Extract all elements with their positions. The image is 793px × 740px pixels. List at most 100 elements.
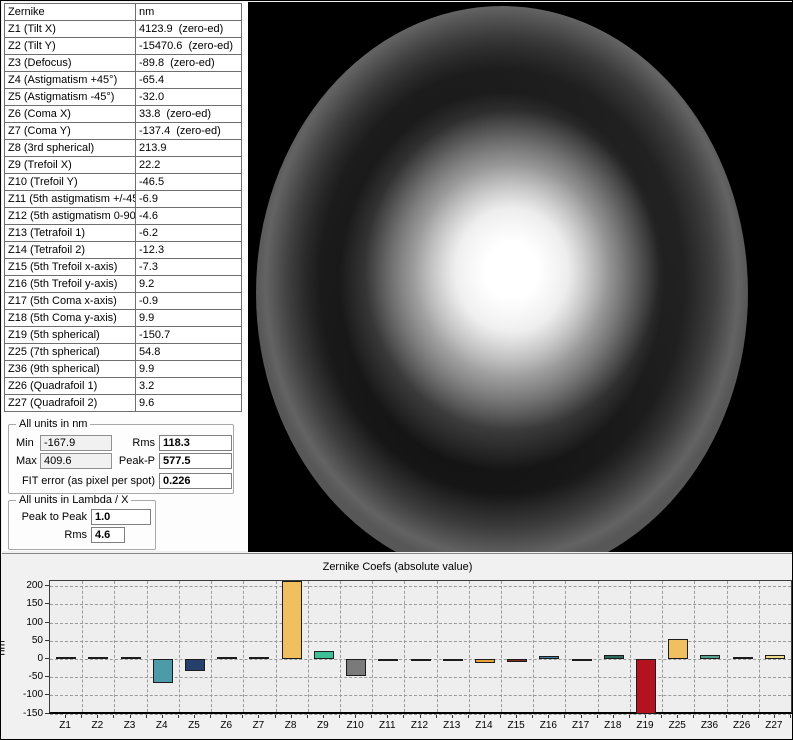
x-axis-tick	[130, 715, 131, 718]
zernike-value-cell[interactable]: 9.9	[136, 310, 242, 327]
chart-bar-Z9	[314, 651, 334, 659]
table-row[interactable]: Z17 (5th Coma x-axis)-0.9	[5, 293, 242, 310]
zernike-term-cell[interactable]: Z16 (5th Trefoil y-axis)	[5, 276, 136, 293]
table-row[interactable]: Z5 (Astigmatism -45°)-32.0	[5, 89, 242, 106]
zernike-term-cell[interactable]: Z7 (Coma Y)	[5, 123, 136, 140]
table-row[interactable]: Z27 (Quadrafoil 2)9.6	[5, 395, 242, 412]
zernike-value-cell[interactable]: -15470.6(zero-ed)	[136, 38, 242, 55]
zernike-term-cell[interactable]: Z8 (3rd spherical)	[5, 140, 136, 157]
zernike-value-cell[interactable]: -4.6	[136, 208, 242, 225]
zernike-value-cell[interactable]: 22.2	[136, 157, 242, 174]
zernike-value-cell[interactable]: -6.9	[136, 191, 242, 208]
table-row[interactable]: Z18 (5th Coma y-axis)9.9	[5, 310, 242, 327]
y-axis-tick	[45, 694, 49, 695]
table-row[interactable]: Z13 (Tetrafoil 1)-6.2	[5, 225, 242, 242]
zernike-term-cell[interactable]: Z2 (Tilt Y)	[5, 38, 136, 55]
x-axis-tick-label: Z12	[404, 720, 436, 731]
zernike-term-cell[interactable]: Z1 (Tilt X)	[5, 21, 136, 38]
table-row[interactable]: Z36 (9th spherical)9.9	[5, 361, 242, 378]
zernike-term-cell[interactable]: Z26 (Quadrafoil 1)	[5, 378, 136, 395]
table-row[interactable]: Z25 (7th spherical)54.8	[5, 344, 242, 361]
x-axis-tick-label: Z10	[339, 720, 371, 731]
zernike-term-cell[interactable]: Z11 (5th astigmatism +/-45°)	[5, 191, 136, 208]
gridline-vertical	[404, 581, 405, 712]
table-row[interactable]: Z19 (5th spherical)-150.7	[5, 327, 242, 344]
y-axis-tick-label: -150	[11, 708, 43, 719]
zernike-term-cell[interactable]: Z15 (5th Trefoil x-axis)	[5, 259, 136, 276]
table-row[interactable]: Z1 (Tilt X)4123.9(zero-ed)	[5, 21, 242, 38]
table-row[interactable]: Z11 (5th astigmatism +/-45°)-6.9	[5, 191, 242, 208]
rms-nm-value-box: 118.3	[159, 435, 232, 451]
zernike-value-cell[interactable]: -46.5	[136, 174, 242, 191]
table-row[interactable]: Z10 (Trefoil Y)-46.5	[5, 174, 242, 191]
y-axis-tick-label: -50	[11, 671, 43, 682]
chart-bar-Z10	[346, 659, 366, 676]
table-row[interactable]: Z3 (Defocus)-89.8(zero-ed)	[5, 55, 242, 72]
zernike-value-cell[interactable]: -6.2	[136, 225, 242, 242]
zernike-term-cell[interactable]: Z3 (Defocus)	[5, 55, 136, 72]
zernike-value-cell[interactable]: -65.4	[136, 72, 242, 89]
zernike-value-cell[interactable]: 9.9	[136, 361, 242, 378]
zernike-value-cell[interactable]: 9.2	[136, 276, 242, 293]
zernike-value-cell[interactable]: -89.8(zero-ed)	[136, 55, 242, 72]
table-row[interactable]: Z14 (Tetrafoil 2)-12.3	[5, 242, 242, 259]
zernike-term-cell[interactable]: Z36 (9th spherical)	[5, 361, 136, 378]
zernike-value-cell[interactable]: 213.9	[136, 140, 242, 157]
zernike-term-cell[interactable]: Z4 (Astigmatism +45°)	[5, 72, 136, 89]
table-row[interactable]: Z15 (5th Trefoil x-axis)-7.3	[5, 259, 242, 276]
zernike-term-cell[interactable]: Z14 (Tetrafoil 2)	[5, 242, 136, 259]
zernike-value-cell[interactable]: -0.9	[136, 293, 242, 310]
x-axis-tick	[178, 715, 179, 718]
zernike-term-cell[interactable]: Z19 (5th spherical)	[5, 327, 136, 344]
zernike-term-cell[interactable]: Z17 (5th Coma x-axis)	[5, 293, 136, 310]
chart-bar-Z36	[700, 655, 720, 659]
gridline-vertical	[211, 581, 212, 712]
table-row[interactable]: Z12 (5th astigmatism 0-90°)-4.6	[5, 208, 242, 225]
y-axis-tick	[45, 640, 49, 641]
zernike-term-cell[interactable]: Z25 (7th spherical)	[5, 344, 136, 361]
x-axis-tick	[774, 715, 775, 718]
zernike-chart-panel: Zernike Coefs (absolute value) nm 200150…	[2, 553, 793, 740]
x-axis-tick	[210, 715, 211, 718]
peak-to-peak-label: Peak to Peak	[13, 511, 87, 523]
table-row[interactable]: Z16 (5th Trefoil y-axis)9.2	[5, 276, 242, 293]
zernike-term-cell[interactable]: Z27 (Quadrafoil 2)	[5, 395, 136, 412]
zernike-value-cell[interactable]: -12.3	[136, 242, 242, 259]
table-row[interactable]: Z2 (Tilt Y)-15470.6(zero-ed)	[5, 38, 242, 55]
table-row[interactable]: Z6 (Coma X)33.8(zero-ed)	[5, 106, 242, 123]
zernike-term-cell[interactable]: Z10 (Trefoil Y)	[5, 174, 136, 191]
stats-nm-title: All units in nm	[16, 418, 90, 430]
zernike-term-cell[interactable]: Z13 (Tetrafoil 1)	[5, 225, 136, 242]
y-axis-tick	[45, 676, 49, 677]
zernike-term-cell[interactable]: Z18 (5th Coma y-axis)	[5, 310, 136, 327]
zernike-term-cell[interactable]: Z12 (5th astigmatism 0-90°)	[5, 208, 136, 225]
x-axis-tick	[661, 715, 662, 718]
y-axis-tick-label: 50	[11, 635, 43, 646]
zernike-value-cell[interactable]: 4123.9(zero-ed)	[136, 21, 242, 38]
chart-bar-Z4	[153, 659, 173, 683]
table-row[interactable]: Z26 (Quadrafoil 1)3.2	[5, 378, 242, 395]
zernike-value-cell[interactable]: 9.6	[136, 395, 242, 412]
zernike-value-cell[interactable]: 54.8	[136, 344, 242, 361]
zernike-value-cell[interactable]: -137.4(zero-ed)	[136, 123, 242, 140]
table-row[interactable]: Z8 (3rd spherical)213.9	[5, 140, 242, 157]
chart-bar-Z17	[572, 659, 592, 661]
zernike-value-cell[interactable]: 33.8(zero-ed)	[136, 106, 242, 123]
zernike-term-cell[interactable]: Z5 (Astigmatism -45°)	[5, 89, 136, 106]
table-row[interactable]: Z7 (Coma Y)-137.4(zero-ed)	[5, 123, 242, 140]
gridline-vertical	[243, 581, 244, 712]
table-row[interactable]: Z4 (Astigmatism +45°)-65.4	[5, 72, 242, 89]
x-axis-tick	[420, 715, 421, 718]
zernike-value-cell[interactable]: 3.2	[136, 378, 242, 395]
zernike-value-cell[interactable]: -32.0	[136, 89, 242, 106]
y-axis-tick-label: 100	[11, 617, 43, 628]
gridline-vertical	[372, 581, 373, 712]
zernike-term-cell[interactable]: Z6 (Coma X)	[5, 106, 136, 123]
zernike-value-cell[interactable]: -7.3	[136, 259, 242, 276]
table-row[interactable]: Z9 (Trefoil X)22.2	[5, 157, 242, 174]
zernike-term-cell[interactable]: Z9 (Trefoil X)	[5, 157, 136, 174]
x-axis-tick	[484, 715, 485, 718]
chart-bar-Z1	[56, 657, 76, 659]
zernike-value-cell[interactable]: -150.7	[136, 327, 242, 344]
min-label: Min	[16, 437, 34, 449]
